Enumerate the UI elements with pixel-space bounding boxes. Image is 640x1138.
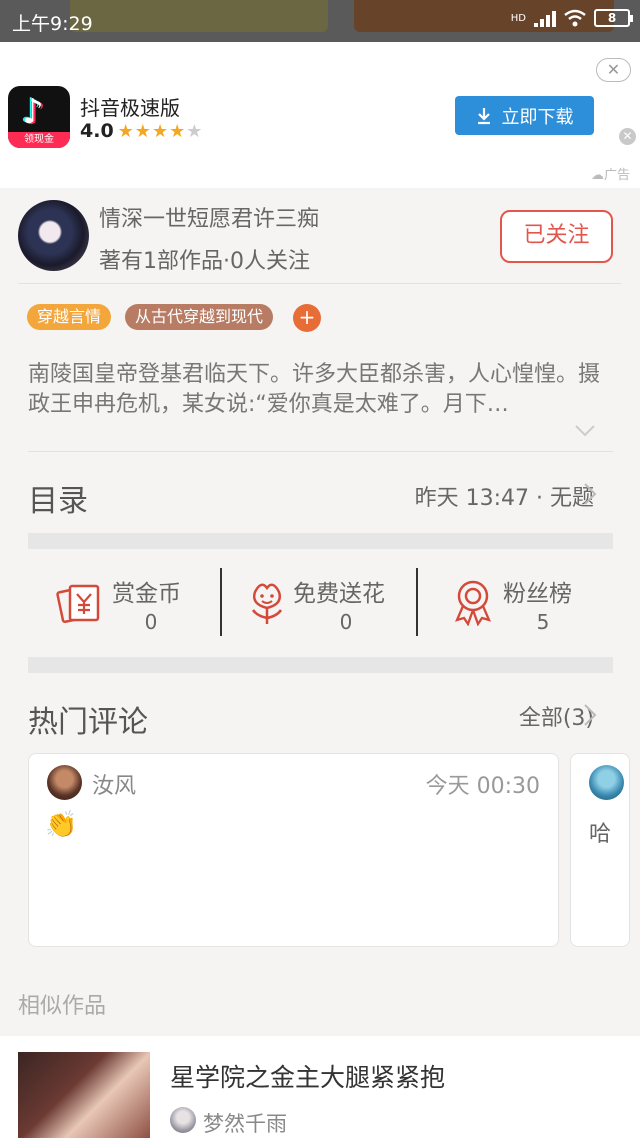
author-name[interactable]: 情深一世短愿君许三痴 (99, 201, 319, 233)
stat-label: 免费送花 (293, 581, 385, 607)
stat-value: 0 (339, 610, 353, 634)
rating-value: 4.0 (80, 120, 114, 142)
ad-label: ☁广告 (590, 168, 630, 183)
ad-app-name: 抖音极速版 (80, 96, 180, 120)
similar-work-item[interactable]: 星学院之金主大腿紧紧抱 梦然千雨 (0, 1036, 640, 1138)
app-icon-tag: 领现金 (8, 132, 70, 148)
add-tag-button[interactable]: + (293, 304, 321, 332)
comment-user[interactable]: 汝风 (92, 768, 136, 800)
stat-value: 0 (144, 610, 158, 634)
tag-chip[interactable]: 穿越言情 (27, 304, 112, 330)
status-time: 上午9:29 (12, 13, 93, 35)
rating-stars-icon: ★★★★★ (117, 120, 204, 142)
hot-comments-title: 热门评论 (28, 705, 148, 740)
avatar[interactable] (589, 765, 624, 800)
status-bar-backdrop-left (70, 0, 328, 32)
section-band (28, 533, 613, 549)
synopsis: 南陵国皇帝登基君临天下。许多大臣都杀害，人心惶惶。摄政王申冉危机，某女说:“爱你… (28, 362, 601, 417)
book-title[interactable]: 星学院之金主大腿紧紧抱 (170, 1058, 445, 1094)
network-type-label: HD (510, 12, 526, 24)
award-ribbon-icon (454, 580, 492, 626)
avatar[interactable] (47, 765, 82, 800)
battery-icon: 8 (594, 9, 633, 27)
book-cover[interactable] (18, 1052, 150, 1138)
chevron-right-icon[interactable] (583, 482, 597, 506)
comment-card[interactable]: 哈 (570, 753, 630, 947)
download-icon (477, 107, 490, 124)
book-author: 梦然千雨 (203, 1112, 287, 1136)
stat-label: 赏金币 (112, 581, 181, 607)
author-meta: 著有1部作品·0人关注 (99, 249, 310, 274)
fan-ranking-item[interactable]: 粉丝榜 5 (449, 570, 599, 638)
app-icon[interactable]: ♪ 领现金 (8, 86, 70, 148)
catalog-title[interactable]: 目录 (28, 476, 88, 520)
author-avatar[interactable] (18, 200, 89, 271)
stat-value: 5 (536, 610, 550, 634)
ad-banner[interactable]: ✕ ♪ 领现金 抖音极速版 4.0 ★★★★★ 立即下载 ✕ ☁广告 (0, 42, 640, 188)
wifi-icon (564, 9, 586, 27)
download-label: 立即下载 (501, 106, 574, 128)
section-band (28, 657, 613, 673)
chevron-right-icon[interactable] (583, 703, 597, 727)
avatar (170, 1107, 196, 1133)
free-flowers-item[interactable]: 免费送花 0 (243, 570, 413, 638)
similar-works-label: 相似作品 (18, 994, 107, 1019)
status-bar: 上午9:29 HD 8 (0, 0, 640, 42)
comment-card[interactable]: 汝风 今天 00:30 👏 (28, 753, 559, 947)
divider (220, 568, 222, 636)
divider (18, 283, 621, 284)
download-button[interactable]: 立即下载 (455, 96, 594, 135)
follow-button[interactable]: 已关注 (500, 210, 613, 263)
red-envelope-icon (56, 584, 100, 624)
battery-level: 8 (607, 11, 617, 25)
ad-rating: 4.0 ★★★★★ (80, 120, 203, 142)
comment-body: 哈 (589, 822, 612, 847)
flower-icon (251, 583, 283, 624)
divider (28, 451, 613, 452)
status-icons: HD 8 (510, 9, 633, 27)
chevron-down-icon[interactable] (575, 425, 595, 437)
catalog-latest-chapter[interactable]: 昨天 13:47 · 无题 (415, 480, 594, 512)
ad-dismiss-icon[interactable]: ✕ (619, 128, 636, 145)
tag-chip[interactable]: 从古代穿越到现代 (125, 304, 274, 330)
ad-close-button[interactable]: ✕ (596, 58, 631, 82)
divider (416, 568, 418, 636)
stat-label: 粉丝榜 (503, 581, 572, 607)
signal-icon (534, 9, 556, 27)
comment-body: 👏 (45, 810, 78, 840)
comment-time: 今天 00:30 (425, 774, 540, 799)
tiktok-logo-icon: ♪ (22, 92, 44, 132)
reward-coins-item[interactable]: 赏金币 0 (56, 570, 206, 638)
